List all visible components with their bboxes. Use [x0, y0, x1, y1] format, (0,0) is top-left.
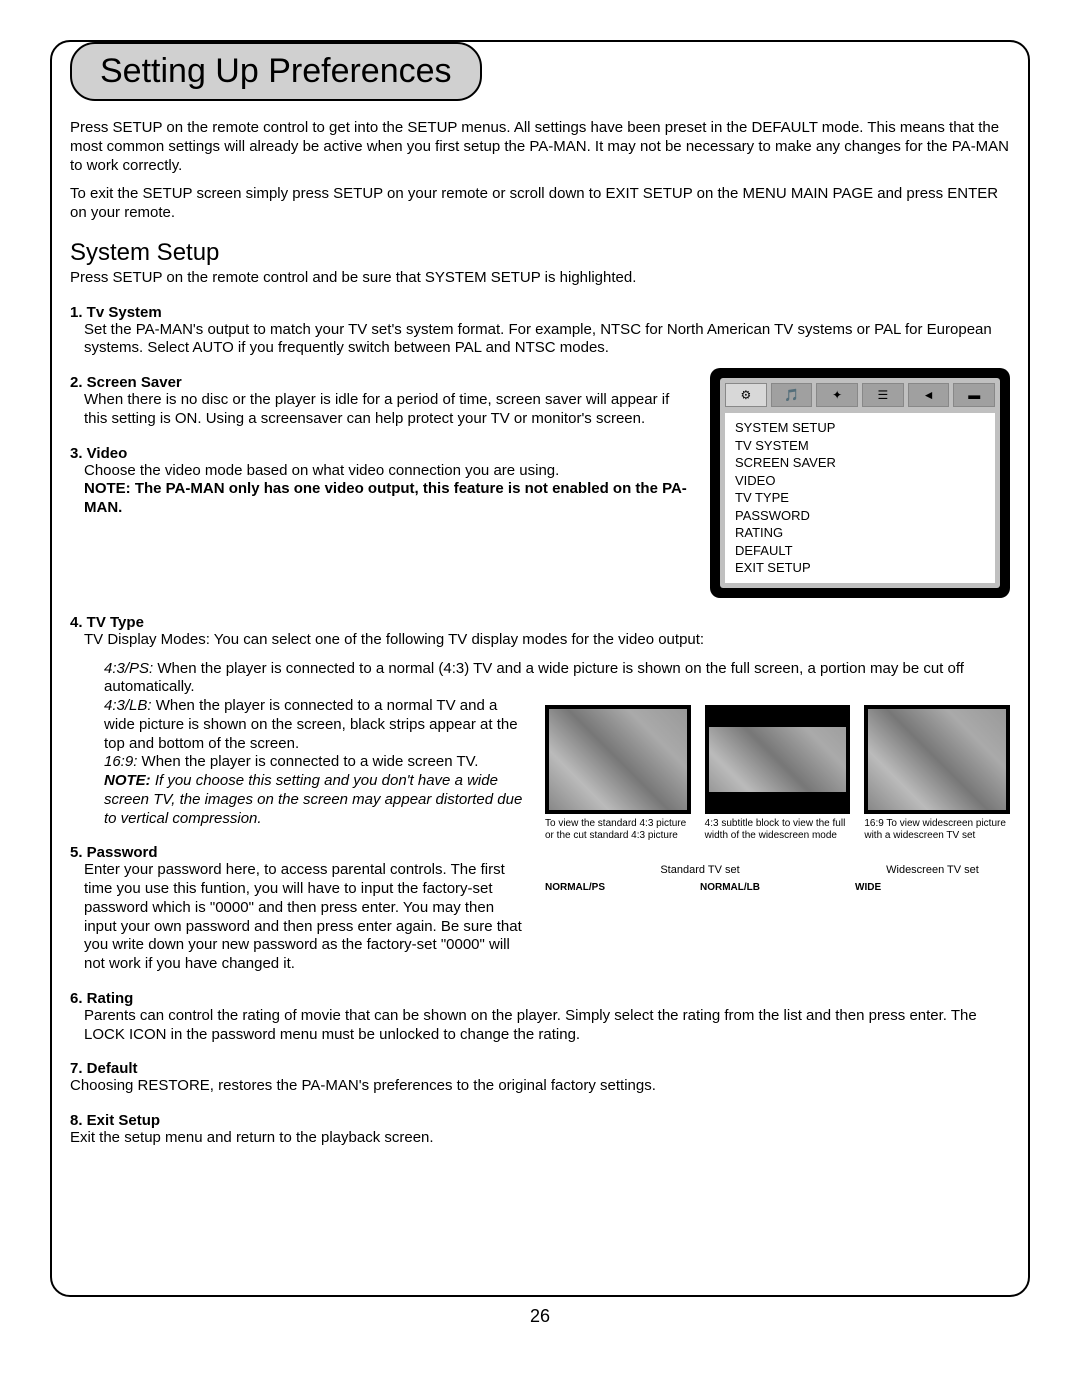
setup-menu-list: SYSTEM SETUP TV SYSTEM SCREEN SAVER VIDE… [725, 413, 995, 583]
item-1-heading: 1. Tv System [70, 304, 1010, 321]
item-3-heading: 3. Video [70, 445, 695, 462]
item-3-text: Choose the video mode based on what vide… [84, 462, 695, 518]
tv-mode-note-label: NOTE: [104, 772, 151, 789]
tv-mode-ps-text: When the player is connected to a normal… [104, 660, 964, 696]
tv-figure-ps [545, 705, 691, 814]
menu-item: SCREEN SAVER [735, 454, 985, 472]
item-8-text: Exit the setup menu and return to the pl… [70, 1129, 1010, 1148]
page-number: 26 [0, 1306, 1080, 1327]
tv-figure-wide [864, 705, 1010, 814]
menu-item: PASSWORD [735, 507, 985, 525]
setup-tab-icon: ⚙ [725, 383, 767, 407]
setup-tab-icon: ◄ [908, 383, 950, 407]
item-5-text: Enter your password here, to access pare… [84, 861, 530, 974]
item-4-heading: 4. TV Type [70, 614, 1010, 631]
item-5-heading: 5. Password [70, 844, 530, 861]
bracket-label-std: Standard TV set [545, 864, 855, 876]
menu-item: DEFAULT [735, 542, 985, 560]
bracket-label-wide: Widescreen TV set [855, 864, 1010, 876]
menu-item: VIDEO [735, 472, 985, 490]
setup-tab-icon: 🎵 [771, 383, 813, 407]
item-6-heading: 6. Rating [70, 990, 1010, 1007]
item-3-note: NOTE: The PA-MAN only has one video outp… [84, 480, 687, 516]
item-1-text: Set the PA-MAN's output to match your TV… [84, 321, 1010, 359]
item-4-text: TV Display Modes: You can select one of … [84, 631, 1010, 650]
tv-mode-ws-label: 16:9: [104, 753, 137, 770]
setup-tab-icon: ✦ [816, 383, 858, 407]
tv-caption-3: 16:9 To view widescreen picture with a w… [864, 818, 1010, 842]
item-7-heading: 7. Default [70, 1060, 1010, 1077]
tv-caption-2: 4:3 subtitle block to view the full widt… [705, 818, 851, 842]
menu-item: EXIT SETUP [735, 559, 985, 577]
tv-figure-lb [705, 705, 851, 814]
tv-mode-ws-text: When the player is connected to a wide s… [137, 753, 478, 770]
tv-gallery: To view the standard 4:3 picture or the … [545, 705, 1010, 842]
menu-item: TV SYSTEM [735, 437, 985, 455]
tv-mode-lb-label: 4:3/LB: [104, 697, 152, 714]
item-7-text: Choosing RESTORE, restores the PA-MAN's … [70, 1077, 1010, 1096]
menu-item: SYSTEM SETUP [735, 419, 985, 437]
tv-mode-note: NOTE: If you choose this setting and you… [104, 772, 530, 828]
item-8-heading: 8. Exit Setup [70, 1112, 1010, 1129]
tv-mode-lb: 4:3/LB: When the player is connected to … [104, 697, 530, 753]
tv-mode-ps: 4:3/PS: When the player is connected to … [104, 660, 1010, 698]
menu-item: RATING [735, 524, 985, 542]
mode-label-lb: NORMAL/LB [700, 882, 855, 893]
item-2-heading: 2. Screen Saver [70, 374, 695, 391]
setup-tab-icon: ☰ [862, 383, 904, 407]
mode-label-wide: WIDE [855, 882, 1010, 893]
menu-item: TV TYPE [735, 489, 985, 507]
setup-screen-figure: ⚙ 🎵 ✦ ☰ ◄ ▬ SYSTEM SETUP TV SYSTEM SCREE… [710, 368, 1010, 598]
section-heading: System Setup [70, 239, 1010, 267]
tv-mode-ps-label: 4:3/PS: [104, 660, 153, 677]
mode-label-ps: NORMAL/PS [545, 882, 700, 893]
page-title: Setting Up Preferences [70, 42, 482, 101]
item-6-text: Parents can control the rating of movie … [84, 1007, 1010, 1045]
intro-paragraph-2: To exit the SETUP screen simply press SE… [70, 185, 1010, 223]
tv-mode-note-text: If you choose this setting and you don't… [104, 772, 522, 827]
intro-paragraph-1: Press SETUP on the remote control to get… [70, 119, 1010, 175]
item-3-text-body: Choose the video mode based on what vide… [84, 462, 559, 479]
tv-mode-ws: 16:9: When the player is connected to a … [104, 753, 530, 772]
item-2-text: When there is no disc or the player is i… [84, 391, 695, 429]
section-text: Press SETUP on the remote control and be… [70, 269, 1010, 288]
setup-tab-icon: ▬ [953, 383, 995, 407]
tv-mode-lb-text: When the player is connected to a normal… [104, 697, 518, 752]
tv-caption-1: To view the standard 4:3 picture or the … [545, 818, 691, 842]
